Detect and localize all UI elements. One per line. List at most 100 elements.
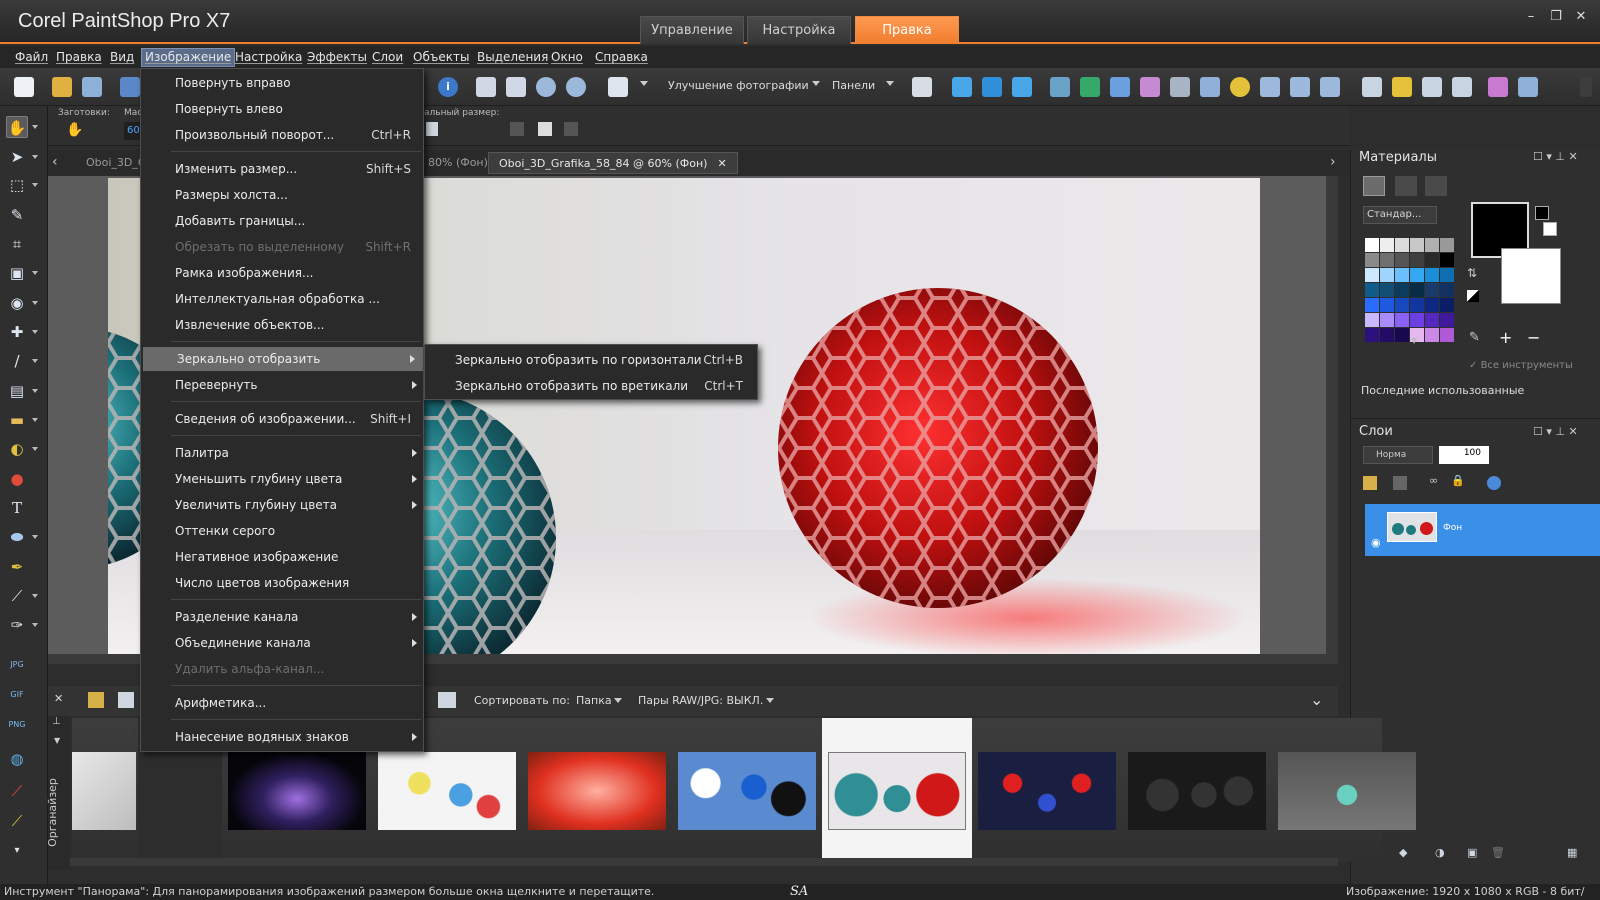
paint-brush-icon[interactable]: ⟋ bbox=[6, 780, 28, 802]
image-menu-item[interactable]: Интеллектуальная обработка ... bbox=[141, 287, 425, 311]
menu-view[interactable]: Вид bbox=[107, 49, 137, 66]
color-swatch[interactable] bbox=[1440, 253, 1454, 267]
fit-icon[interactable] bbox=[538, 122, 552, 136]
swap-colors-icon[interactable]: ⇅ bbox=[1467, 266, 1477, 280]
image-menu-item[interactable]: Негативное изображение bbox=[141, 545, 425, 569]
layer-style-icon[interactable] bbox=[1487, 476, 1501, 490]
tool-4-icon[interactable] bbox=[1452, 77, 1472, 97]
remove-swatch-icon[interactable]: − bbox=[1527, 328, 1540, 347]
color-swatch[interactable] bbox=[1440, 313, 1454, 327]
mirror-vertical-item[interactable]: Зеркально отобразить по вретикали Ctrl+T bbox=[425, 373, 759, 399]
color-swatch[interactable] bbox=[1365, 268, 1379, 282]
makeover-caret-icon[interactable] bbox=[32, 330, 38, 334]
image-menu-item[interactable]: Произвольный поворот... Ctrl+R bbox=[141, 123, 425, 147]
small-bg-swatch[interactable] bbox=[1543, 222, 1557, 236]
scan-icon[interactable] bbox=[82, 77, 102, 97]
fill-tool-icon[interactable]: ◐ bbox=[6, 438, 28, 460]
enhance-photo-caret-icon[interactable] bbox=[812, 81, 820, 86]
color-swatch[interactable] bbox=[1410, 268, 1424, 282]
tools-more-icon[interactable]: ▾ bbox=[6, 840, 28, 862]
color-swatch[interactable] bbox=[1425, 328, 1439, 342]
globe-icon[interactable]: ◍ bbox=[6, 748, 28, 770]
dropper-tool-icon[interactable]: ✎ bbox=[6, 204, 28, 226]
color-swatch[interactable] bbox=[1425, 298, 1439, 312]
color-swatch[interactable] bbox=[1380, 313, 1394, 327]
menu-image[interactable]: Изображение bbox=[140, 48, 236, 67]
layout-1-icon[interactable] bbox=[952, 77, 972, 97]
sort-caret-icon[interactable] bbox=[614, 698, 622, 703]
link-icon[interactable]: ∞ bbox=[1429, 474, 1438, 487]
menu-file[interactable]: Файл bbox=[12, 49, 51, 66]
center-icon[interactable] bbox=[510, 122, 524, 136]
bulb-icon[interactable] bbox=[1230, 77, 1250, 97]
layout-3-icon[interactable] bbox=[1012, 77, 1032, 97]
fill-caret-icon[interactable] bbox=[32, 447, 38, 451]
panels-caret-icon[interactable] bbox=[886, 81, 894, 86]
color-swatch[interactable] bbox=[1380, 268, 1394, 282]
effects-icon[interactable] bbox=[1140, 77, 1160, 97]
image-menu-item[interactable]: Разделение канала bbox=[141, 605, 425, 629]
color-swatch[interactable] bbox=[1440, 238, 1454, 252]
mask-icon[interactable] bbox=[1393, 476, 1407, 490]
add-swatch-icon[interactable]: + bbox=[1499, 328, 1512, 347]
paste-caret-icon[interactable] bbox=[640, 81, 648, 86]
thumbnail-cell[interactable] bbox=[972, 718, 1122, 862]
color-swatch[interactable] bbox=[1410, 283, 1424, 297]
delete-layer-icon[interactable]: 🗑 bbox=[1491, 846, 1505, 859]
red-eye-caret-icon[interactable] bbox=[32, 301, 38, 305]
new-file-icon[interactable] bbox=[14, 77, 34, 97]
visibility-eye-icon[interactable]: ◉ bbox=[1371, 536, 1381, 549]
color-swatch[interactable] bbox=[1380, 253, 1394, 267]
layer-footer-icon-2[interactable]: ◆ bbox=[1399, 846, 1407, 859]
color-swatch[interactable] bbox=[1365, 283, 1379, 297]
close-tab-icon[interactable]: ✕ bbox=[717, 157, 726, 170]
gradient-tool-icon[interactable]: ▤ bbox=[6, 380, 28, 402]
small-fg-swatch[interactable] bbox=[1535, 206, 1549, 220]
image-menu-item[interactable]: Добавить границы... bbox=[141, 209, 425, 233]
color-swatch[interactable] bbox=[1365, 313, 1379, 327]
mirror-horizontal-item[interactable]: Зеркально отобразить по горизонтали Ctrl+… bbox=[425, 347, 759, 373]
doc-tab-2[interactable]: 80% (Фон) bbox=[418, 152, 498, 174]
image-3-icon[interactable] bbox=[1320, 77, 1340, 97]
doc-tab-active[interactable]: Oboi_3D_Grafika_58_84 @ 60% (Фон) ✕ bbox=[488, 152, 738, 174]
brush-caret-icon[interactable] bbox=[32, 359, 38, 363]
folders-icon[interactable] bbox=[88, 692, 104, 708]
color-swatch[interactable] bbox=[1395, 283, 1409, 297]
hand-preset-icon[interactable]: ✋ bbox=[66, 122, 88, 142]
color-swatch[interactable] bbox=[1365, 238, 1379, 252]
reset-colors-icon[interactable] bbox=[1467, 290, 1479, 302]
color-swatch[interactable] bbox=[1395, 268, 1409, 282]
menu-objects[interactable]: Объекты bbox=[410, 49, 472, 66]
new-layer-icon[interactable] bbox=[1363, 476, 1377, 490]
close-button[interactable]: ✕ bbox=[1570, 8, 1592, 26]
color-swatch[interactable] bbox=[1380, 283, 1394, 297]
image-menu-item[interactable]: Нанесение водяных знаков bbox=[141, 725, 425, 749]
thumbnail-cell[interactable] bbox=[1272, 718, 1416, 862]
swatch-more-icon[interactable]: ▼ bbox=[1411, 336, 1417, 345]
image-menu-item[interactable]: Повернуть влево bbox=[141, 97, 425, 121]
image-menu-item[interactable]: Повернуть вправо bbox=[141, 71, 425, 95]
layer-footer-icon-5[interactable]: ▦ bbox=[1567, 846, 1577, 859]
tabs-left-arrow-icon[interactable]: ‹ bbox=[52, 154, 58, 170]
sort-dropdown[interactable]: Папка bbox=[576, 694, 612, 707]
layer-footer-icon-4[interactable]: ▣ bbox=[1467, 846, 1477, 859]
tool-3-icon[interactable] bbox=[1422, 77, 1442, 97]
raw-jpg-dropdown[interactable]: Пары RAW/JPG: ВЫКЛ. bbox=[638, 694, 763, 707]
rainbow-tab-icon[interactable] bbox=[1425, 176, 1447, 196]
photo-icon[interactable] bbox=[1050, 77, 1070, 97]
brush-tool-icon[interactable]: / bbox=[6, 350, 28, 372]
tab-manage[interactable]: Управление bbox=[640, 16, 744, 44]
color-swatch[interactable] bbox=[1395, 328, 1409, 342]
pan-tool-icon[interactable]: ✋ bbox=[6, 116, 28, 138]
color-swatch[interactable] bbox=[1380, 298, 1394, 312]
menu-selections[interactable]: Выделения bbox=[474, 49, 551, 66]
smudge-tool-icon[interactable]: ⟋ bbox=[6, 585, 28, 607]
color-changer-tool-icon[interactable]: ● bbox=[6, 468, 28, 490]
color-swatch[interactable] bbox=[1440, 298, 1454, 312]
shape-caret-icon[interactable] bbox=[32, 535, 38, 539]
tab-adjust[interactable]: Настройка bbox=[747, 16, 851, 44]
calendar-search-icon[interactable] bbox=[438, 692, 456, 708]
color-swatch[interactable] bbox=[1425, 283, 1439, 297]
organizer-close-icon[interactable]: ✕ bbox=[54, 692, 63, 705]
tool-1-icon[interactable] bbox=[1362, 77, 1382, 97]
